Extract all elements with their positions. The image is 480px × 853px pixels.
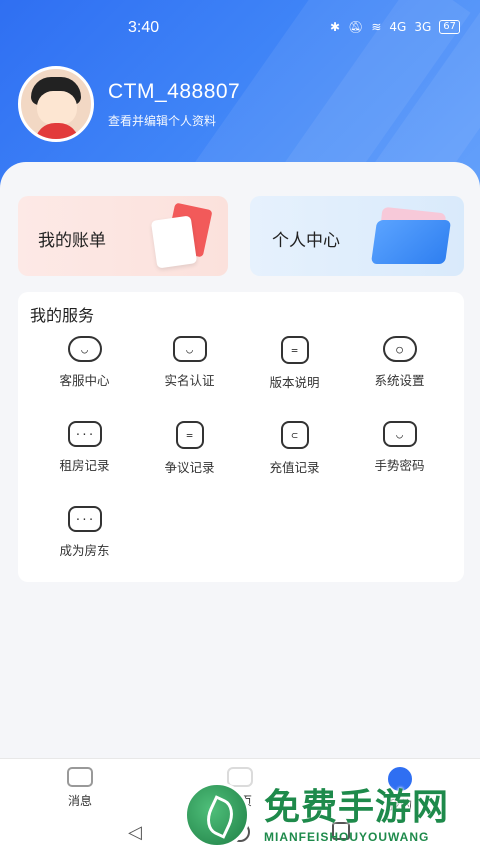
service-version-notes[interactable]: = 版本说明 [242,336,347,391]
service-become-landlord[interactable]: ··· 成为房东 [32,506,137,559]
my-bill-card[interactable]: 我的账单 [18,196,228,276]
back-icon[interactable]: ◁ [128,822,142,843]
verify-icon: ◡ [172,336,207,362]
watermark: 免费手游网 MIANFEISHOUYOUWANG [180,778,480,853]
avatar[interactable] [18,66,94,142]
battery-icon: 67 [439,20,460,34]
main-card: 我的账单 个人中心 我的服务 ◡ 客服中心 ◡ 实名认证 = 版本说明 ○ 系统… [0,162,480,762]
username: CTM_488807 [108,79,241,103]
bluetooth-icon: ✱ [330,20,341,34]
service-recharge-records[interactable]: ⊂ 充值记录 [242,421,347,476]
personal-center-card[interactable]: 个人中心 [250,196,464,276]
services-panel: 我的服务 ◡ 客服中心 ◡ 实名认证 = 版本说明 ○ 系统设置 ··· 租房记… [18,292,464,582]
service-dispute-records[interactable]: = 争议记录 [137,421,242,476]
service-rental-records[interactable]: ··· 租房记录 [32,421,137,476]
status-bar: 3:40 ✱ 🔕︎ ≋ 4G 3G 67 [0,0,480,56]
wallet-icon: ⊂ [280,421,309,449]
signal-4g-icon: 4G [389,20,407,34]
watermark-logo-icon [184,782,250,848]
service-system-settings[interactable]: ○ 系统设置 [347,336,452,391]
services-title: 我的服务 [30,306,95,325]
status-icons: ✱ 🔕︎ ≋ 4G 3G 67 [330,20,460,34]
mute-icon: 🔕︎ [348,20,364,34]
watermark-subtitle: MIANFEISHOUYOUWANG [264,830,430,844]
service-customer-service[interactable]: ◡ 客服中心 [32,336,137,391]
status-time: 3:40 [128,19,160,36]
more-dots-icon: ··· [67,506,102,532]
service-gesture-password[interactable]: ◡ 手势密码 [347,421,452,476]
watermark-title: 免费手游网 [264,787,450,828]
personal-center-label: 个人中心 [272,231,340,251]
signal-3g-icon: 3G [414,20,432,34]
nav-messages[interactable]: 消息 [50,767,110,809]
service-real-name-verification[interactable]: ◡ 实名认证 [137,336,242,391]
profile-header[interactable]: CTM_488807 查看并编辑个人资料 [18,66,240,142]
more-dots-icon: ··· [67,421,102,447]
document-icon: = [280,336,309,364]
edit-profile-link[interactable]: 查看并编辑个人资料 [108,112,240,129]
my-bill-label: 我的账单 [38,231,106,251]
hexagon-settings-icon: ○ [382,336,417,362]
chat-bubble-icon: ◡ [67,336,102,362]
gesture-icon: ◡ [382,421,417,447]
document-icon: = [175,421,204,449]
message-icon [67,767,93,787]
wifi-icon: ≋ [371,20,382,34]
